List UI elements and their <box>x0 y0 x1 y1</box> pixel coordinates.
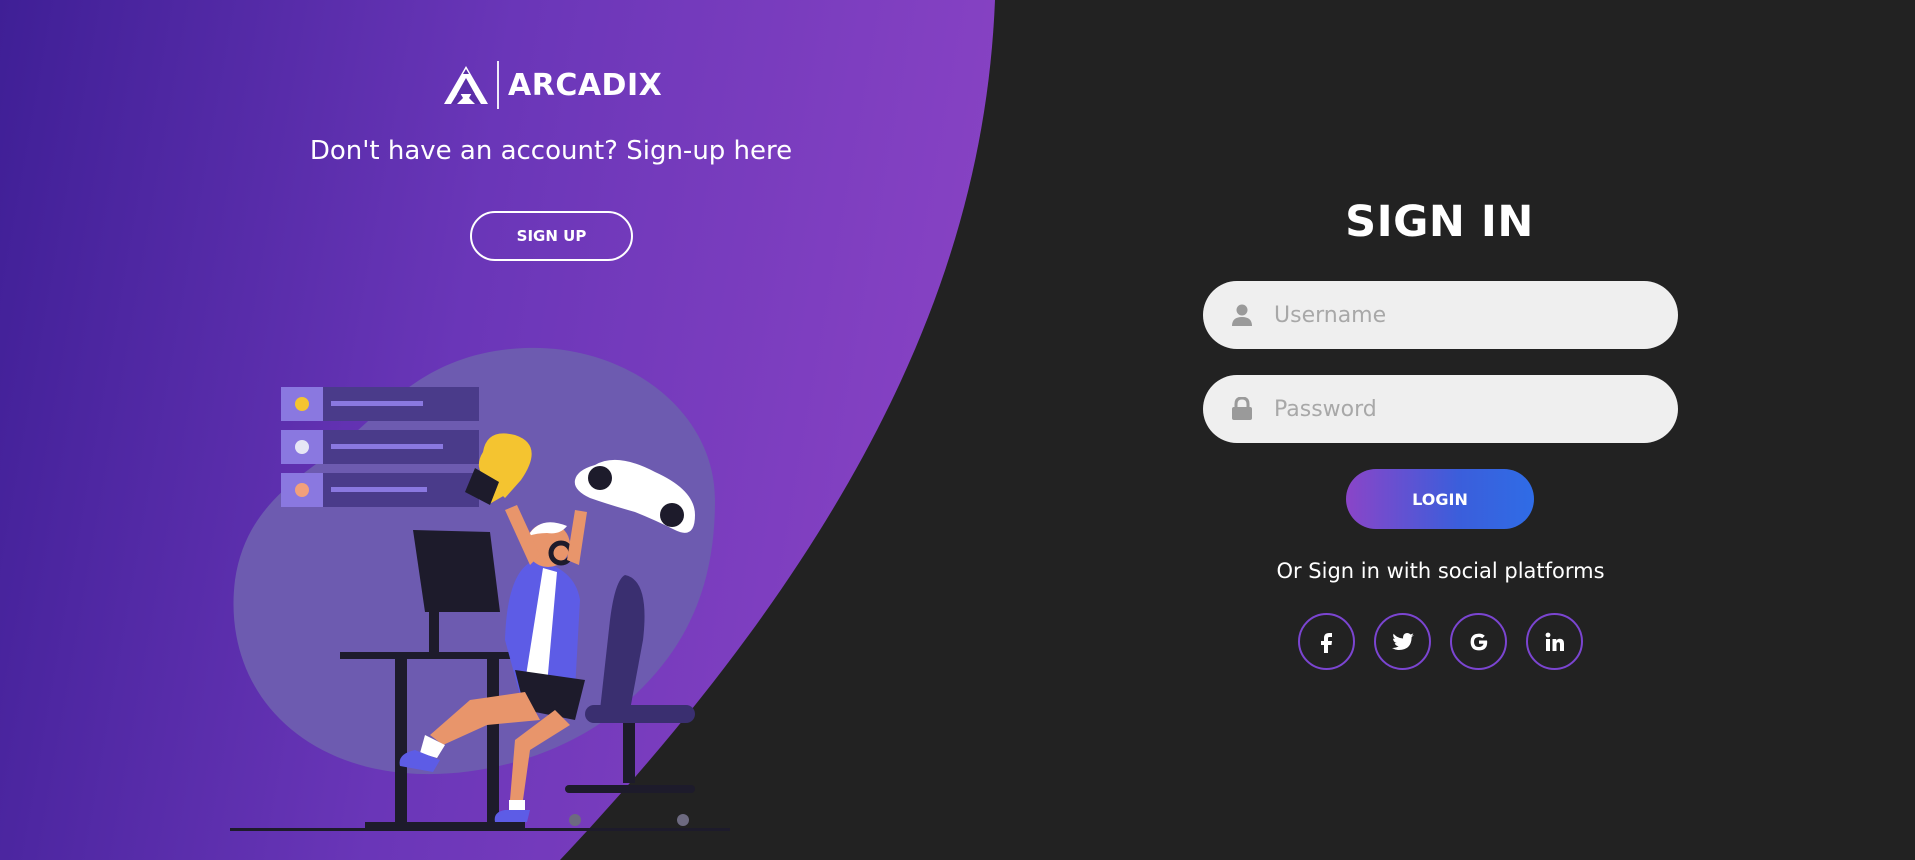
lock-icon <box>1232 397 1252 420</box>
linkedin-icon <box>1545 632 1564 651</box>
twitter-icon <box>1391 632 1414 650</box>
twitter-button[interactable] <box>1374 613 1431 670</box>
notification-cards <box>281 387 479 507</box>
signup-button[interactable]: SIGN UP <box>470 211 633 261</box>
facebook-button[interactable] <box>1298 613 1355 670</box>
social-prompt: Or Sign in with social platforms <box>1276 559 1605 583</box>
login-button[interactable]: LOGIN <box>1346 469 1534 529</box>
user-icon <box>1232 304 1252 326</box>
brand-divider <box>497 61 499 109</box>
signin-title: SIGN IN <box>1345 197 1534 247</box>
username-field[interactable] <box>1203 281 1678 349</box>
signup-prompt: Don't have an account? Sign-up here <box>309 136 793 166</box>
username-input[interactable] <box>1274 302 1644 328</box>
google-icon <box>1470 633 1487 650</box>
password-field[interactable] <box>1203 375 1678 443</box>
brand-logo: ARCADIX <box>443 60 662 110</box>
brand-name: ARCADIX <box>508 67 663 103</box>
google-button[interactable] <box>1450 613 1507 670</box>
linkedin-button[interactable] <box>1526 613 1583 670</box>
facebook-icon <box>1320 632 1332 653</box>
arcadix-logo-icon <box>444 66 488 104</box>
social-buttons <box>1298 613 1583 670</box>
password-input[interactable] <box>1274 396 1644 422</box>
gamer-illustration <box>230 347 730 831</box>
